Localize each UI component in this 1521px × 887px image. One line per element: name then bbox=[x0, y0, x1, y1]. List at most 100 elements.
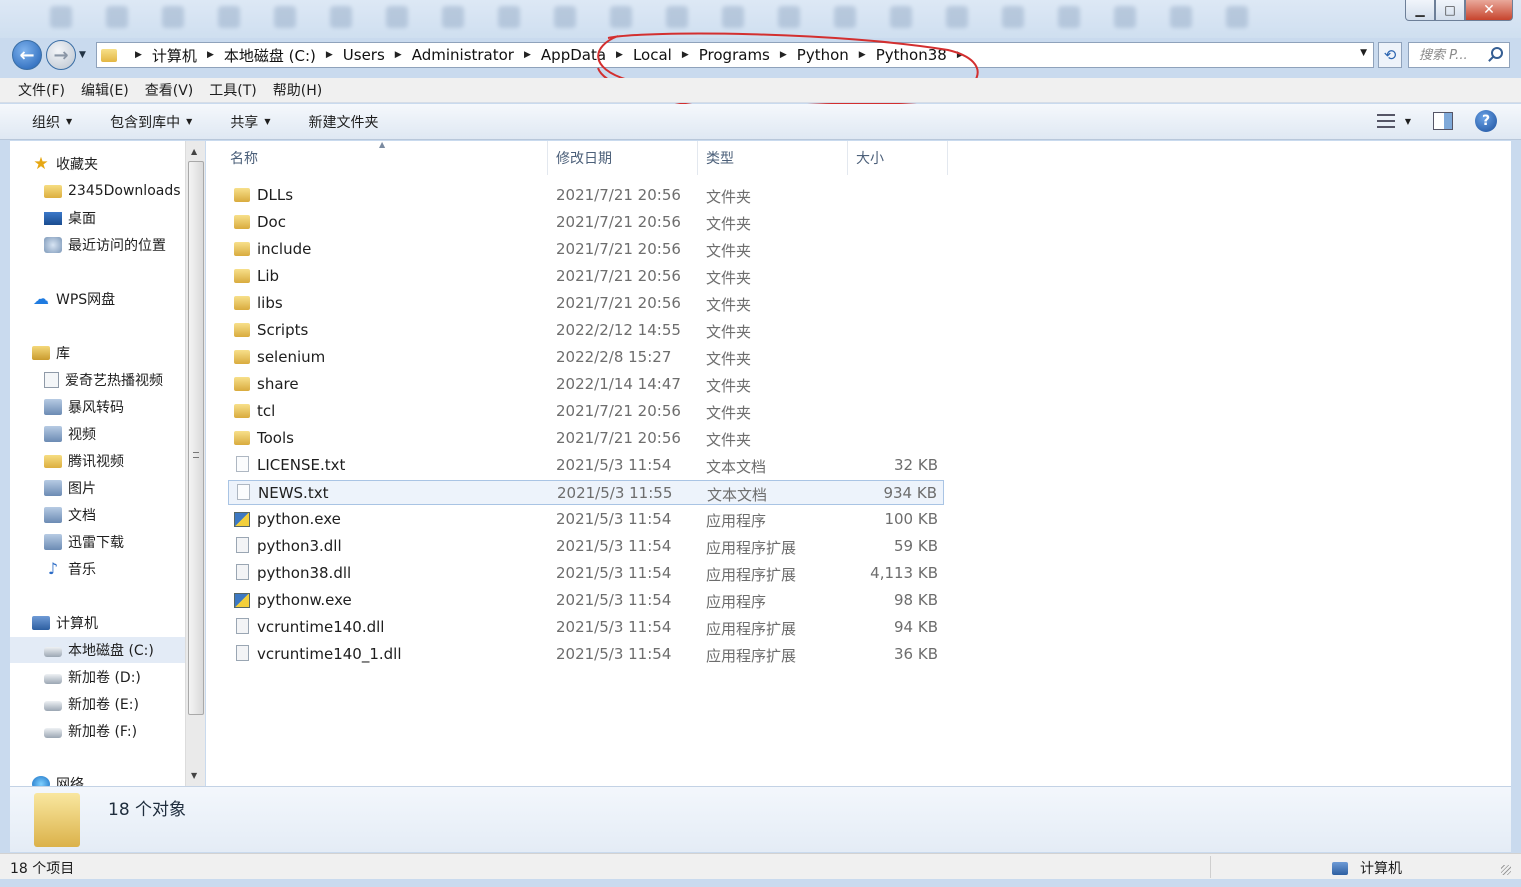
breadcrumb-item[interactable]: AppData bbox=[541, 46, 606, 64]
column-header-date[interactable]: 修改日期 bbox=[548, 141, 698, 175]
close-button[interactable]: ✕ bbox=[1465, 0, 1513, 21]
menu-item[interactable]: 编辑(E) bbox=[81, 80, 129, 100]
column-header-name[interactable]: 名称 ▲ bbox=[206, 140, 548, 175]
new-folder-button[interactable]: 新建文件夹 bbox=[308, 112, 378, 132]
menu-item[interactable]: 查看(V) bbox=[145, 80, 194, 100]
menu-item[interactable]: 文件(F) bbox=[18, 80, 65, 100]
share-button[interactable]: 共享 ▼ bbox=[230, 112, 270, 132]
file-row[interactable]: include 2021/7/21 20:56 文件夹 bbox=[228, 237, 944, 262]
sidebar-item-drive-d[interactable]: 新加卷 (D:) bbox=[10, 664, 185, 690]
file-name: share bbox=[257, 375, 299, 393]
breadcrumb-separator-icon[interactable]: ▶ bbox=[859, 50, 866, 60]
include-library-button[interactable]: 包含到库中 ▼ bbox=[110, 112, 192, 132]
sidebar-group-libraries[interactable]: 库 bbox=[10, 340, 185, 366]
forward-button[interactable]: → bbox=[46, 40, 76, 70]
help-icon[interactable]: ? bbox=[1475, 110, 1497, 132]
file-row[interactable]: Scripts 2022/2/12 14:55 文件夹 bbox=[228, 318, 944, 343]
breadcrumb-separator-icon[interactable]: ▶ bbox=[616, 50, 623, 60]
breadcrumb-item[interactable]: Python bbox=[797, 46, 849, 64]
breadcrumb-item[interactable]: Administrator bbox=[412, 46, 514, 64]
file-row[interactable]: pythonw.exe 2021/5/3 11:54 应用程序 98 KB bbox=[228, 588, 944, 613]
column-header-type[interactable]: 类型 bbox=[698, 141, 848, 175]
sidebar-item-library[interactable]: 迅雷下载 bbox=[10, 529, 185, 555]
sidebar-item-library[interactable]: 爱奇艺热播视频 bbox=[10, 367, 185, 393]
search-box[interactable] bbox=[1408, 42, 1510, 68]
refresh-button[interactable]: ⟲ bbox=[1378, 42, 1402, 68]
breadcrumb-separator-icon[interactable]: ▶ bbox=[135, 50, 142, 60]
address-bar[interactable]: ▶ 计算机 ▶ 本地磁盘 (C:) ▶ Users ▶ Administrator ▶ AppDa… bbox=[96, 42, 1374, 68]
file-row[interactable]: python38.dll 2021/5/3 11:54 应用程序扩展 4,113 KB bbox=[228, 561, 944, 586]
file-row[interactable]: DLLs 2021/7/21 20:56 文件夹 bbox=[228, 183, 944, 208]
breadcrumb-item[interactable]: Local bbox=[633, 46, 672, 64]
minimize-button[interactable]: ▁ bbox=[1405, 0, 1435, 21]
sidebar-group-network[interactable]: 网络 bbox=[10, 771, 185, 786]
file-row[interactable]: Doc 2021/7/21 20:56 文件夹 bbox=[228, 210, 944, 235]
file-row[interactable]: LICENSE.txt 2021/5/3 11:54 文本文档 32 KB bbox=[228, 453, 944, 478]
breadcrumb-separator-icon[interactable]: ▶ bbox=[207, 50, 214, 60]
sidebar-item-drive-e[interactable]: 新加卷 (E:) bbox=[10, 691, 185, 717]
sidebar-item-library[interactable]: 图片 bbox=[10, 475, 185, 501]
breadcrumb-separator-icon[interactable]: ▶ bbox=[682, 50, 689, 60]
sidebar-item-drive-f[interactable]: 新加卷 (F:) bbox=[10, 718, 185, 744]
maximize-button[interactable]: □ bbox=[1435, 0, 1465, 21]
breadcrumb-item[interactable]: Python38 bbox=[876, 46, 947, 64]
sidebar-item-library[interactable]: ♪ 音乐 bbox=[10, 556, 185, 582]
file-row[interactable]: vcruntime140_1.dll 2021/5/3 11:54 应用程序扩展 36… bbox=[228, 642, 944, 667]
file-type: 文件夹 bbox=[706, 242, 752, 260]
sidebar-item-library[interactable]: 视频 bbox=[10, 421, 185, 447]
text-file-icon bbox=[237, 484, 250, 500]
sidebar-item-library[interactable]: 暴风转码 bbox=[10, 394, 185, 420]
file-type: 文件夹 bbox=[706, 377, 752, 395]
search-input[interactable] bbox=[1419, 47, 1485, 63]
chevron-down-icon: ▼ bbox=[1404, 116, 1411, 126]
sidebar-scrollbar[interactable]: ▲ ▼ bbox=[185, 141, 205, 786]
file-row[interactable]: python.exe 2021/5/3 11:54 应用程序 100 KB bbox=[228, 507, 944, 532]
sidebar-item-recent-places[interactable]: 最近访问的位置 bbox=[10, 232, 185, 258]
folder-icon bbox=[234, 296, 250, 310]
file-modified-date: 2021/7/21 20:56 bbox=[556, 213, 681, 231]
menu-item[interactable]: 工具(T) bbox=[209, 80, 256, 100]
breadcrumb-separator-icon[interactable]: ▶ bbox=[395, 50, 402, 60]
file-row[interactable]: selenium 2022/2/8 15:27 文件夹 bbox=[228, 345, 944, 370]
file-row[interactable]: libs 2021/7/21 20:56 文件夹 bbox=[228, 291, 944, 316]
resize-grip[interactable] bbox=[1501, 865, 1511, 875]
sidebar-item-desktop[interactable]: 桌面 bbox=[10, 205, 185, 231]
sidebar-item-library[interactable]: 文档 bbox=[10, 502, 185, 528]
breadcrumb-item[interactable]: Programs bbox=[699, 46, 770, 64]
file-row[interactable]: Lib 2021/7/21 20:56 文件夹 bbox=[228, 264, 944, 289]
status-location-label: 计算机 bbox=[1360, 861, 1402, 877]
breadcrumb-separator-icon[interactable]: ▶ bbox=[326, 50, 333, 60]
change-view-button[interactable]: ▼ bbox=[1376, 114, 1411, 128]
file-row[interactable]: share 2022/1/14 14:47 文件夹 bbox=[228, 372, 944, 397]
preview-pane-icon[interactable] bbox=[1433, 112, 1453, 130]
file-row[interactable]: NEWS.txt 2021/5/3 11:55 文本文档 934 KB bbox=[228, 480, 944, 505]
organize-button[interactable]: 组织 ▼ bbox=[32, 112, 72, 132]
breadcrumb-item[interactable]: 本地磁盘 (C:) bbox=[224, 45, 316, 66]
file-row[interactable]: python3.dll 2021/5/3 11:54 应用程序扩展 59 KB bbox=[228, 534, 944, 559]
menu-item[interactable]: 帮助(H) bbox=[273, 80, 322, 100]
drive-icon bbox=[44, 728, 62, 738]
sidebar-item-library[interactable]: 腾讯视频 bbox=[10, 448, 185, 474]
sidebar-item-drive-c[interactable]: 本地磁盘 (C:) bbox=[10, 637, 185, 663]
breadcrumb-separator-icon[interactable]: ▶ bbox=[780, 50, 787, 60]
breadcrumb-item[interactable]: 计算机 bbox=[152, 45, 197, 66]
back-button[interactable]: ← bbox=[12, 40, 42, 70]
breadcrumb-item[interactable]: Users bbox=[343, 46, 385, 64]
file-row[interactable]: Tools 2021/7/21 20:56 文件夹 bbox=[228, 426, 944, 451]
breadcrumb-separator-icon[interactable]: ▶ bbox=[524, 50, 531, 60]
sidebar-item-2345downloads[interactable]: 2345Downloads bbox=[10, 178, 185, 204]
scroll-down-icon[interactable]: ▼ bbox=[191, 771, 197, 780]
breadcrumb-separator-icon[interactable]: ▶ bbox=[957, 50, 964, 60]
column-header-size[interactable]: 大小 bbox=[848, 141, 948, 175]
scrollbar-thumb[interactable] bbox=[188, 161, 204, 715]
scroll-up-icon[interactable]: ▲ bbox=[191, 147, 197, 156]
search-icon[interactable] bbox=[1491, 47, 1503, 59]
address-history-dropdown-icon[interactable]: ▼ bbox=[1360, 48, 1367, 58]
file-row[interactable]: vcruntime140.dll 2021/5/3 11:54 应用程序扩展 94 K… bbox=[228, 615, 944, 640]
chevron-down-icon: ▼ bbox=[66, 117, 73, 126]
recent-pages-dropdown-icon[interactable]: ▼ bbox=[79, 50, 86, 60]
file-row[interactable]: tcl 2021/7/21 20:56 文件夹 bbox=[228, 399, 944, 424]
sidebar-group-wps[interactable]: ☁ WPS网盘 bbox=[10, 286, 185, 312]
sidebar-group-favorites[interactable]: ★ 收藏夹 bbox=[10, 151, 185, 177]
sidebar-group-computer[interactable]: 计算机 bbox=[10, 610, 185, 636]
